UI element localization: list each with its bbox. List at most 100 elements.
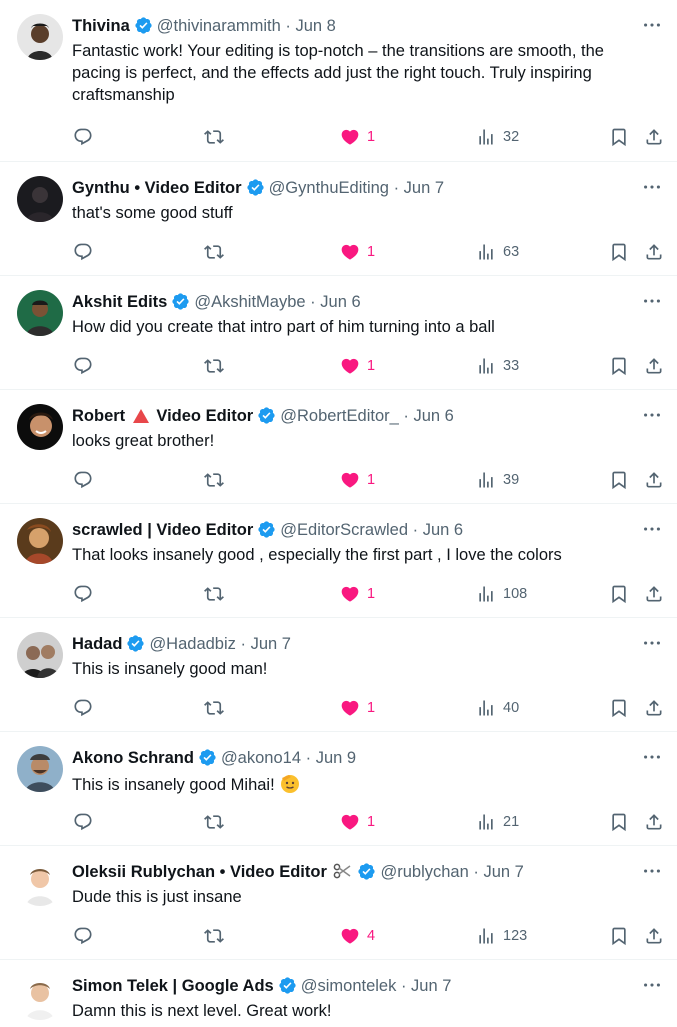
timestamp[interactable]: Jun 7 xyxy=(411,977,451,995)
views-button[interactable]: 40 xyxy=(476,697,519,719)
timestamp[interactable]: Jun 7 xyxy=(483,863,523,881)
reply-tweet[interactable]: Oleksii Rublychan • Video Editor @rublyc… xyxy=(0,846,677,960)
more-options-icon[interactable] xyxy=(641,404,663,426)
retweet-button[interactable] xyxy=(204,925,224,947)
reply-button[interactable] xyxy=(73,355,93,377)
more-options-icon[interactable] xyxy=(641,632,663,654)
retweet-button[interactable] xyxy=(204,241,224,263)
like-button[interactable]: 1 xyxy=(340,697,375,719)
user-handle[interactable]: @thivinarammith xyxy=(157,17,281,35)
retweet-button[interactable] xyxy=(204,697,224,719)
views-button[interactable]: 39 xyxy=(476,469,519,491)
reply-button[interactable] xyxy=(73,241,93,263)
like-button[interactable]: 1 xyxy=(340,241,375,263)
like-button[interactable]: 1 xyxy=(340,126,375,148)
share-button[interactable] xyxy=(644,583,664,605)
reply-button[interactable] xyxy=(73,925,93,947)
user-handle[interactable]: @RobertEditor_ xyxy=(280,407,399,425)
timestamp[interactable]: Jun 6 xyxy=(423,521,463,539)
more-options-icon[interactable] xyxy=(641,290,663,312)
avatar[interactable] xyxy=(17,176,63,222)
views-button[interactable]: 63 xyxy=(476,241,519,263)
retweet-button[interactable] xyxy=(204,469,224,491)
display-name[interactable]: Simon Telek | Google Ads xyxy=(72,977,274,995)
avatar[interactable] xyxy=(17,14,63,60)
like-button[interactable]: 1 xyxy=(340,469,375,491)
avatar[interactable] xyxy=(17,404,63,450)
display-name[interactable]: Thivina xyxy=(72,17,130,35)
display-name-suffix[interactable]: Video Editor xyxy=(156,407,253,425)
timestamp[interactable]: Jun 7 xyxy=(251,635,291,653)
more-options-icon[interactable] xyxy=(641,14,663,36)
bookmark-button[interactable] xyxy=(609,925,629,947)
avatar[interactable] xyxy=(17,632,63,678)
bookmark-button[interactable] xyxy=(609,583,629,605)
bookmark-button[interactable] xyxy=(609,811,629,833)
display-name[interactable]: scrawled | Video Editor xyxy=(72,521,253,539)
reply-tweet[interactable]: Akono Schrand @akono14 · Jun 9 This is in… xyxy=(0,732,677,846)
share-button[interactable] xyxy=(644,241,664,263)
display-name[interactable]: Robert xyxy=(72,407,125,425)
reply-tweet[interactable]: Robert Video Editor @RobertEditor_ · Jun … xyxy=(0,390,677,504)
reply-tweet[interactable]: scrawled | Video Editor @EditorScrawled ·… xyxy=(0,504,677,618)
like-button[interactable]: 1 xyxy=(340,355,375,377)
avatar[interactable] xyxy=(17,518,63,564)
views-button[interactable]: 21 xyxy=(476,811,519,833)
user-handle[interactable]: @EditorScrawled xyxy=(280,521,408,539)
bookmark-button[interactable] xyxy=(609,469,629,491)
reply-button[interactable] xyxy=(73,811,93,833)
avatar[interactable] xyxy=(17,860,63,906)
bookmark-button[interactable] xyxy=(609,355,629,377)
display-name[interactable]: Akono Schrand xyxy=(72,749,194,767)
share-button[interactable] xyxy=(644,925,664,947)
views-button[interactable]: 33 xyxy=(476,355,519,377)
retweet-button[interactable] xyxy=(204,811,224,833)
display-name[interactable]: Oleksii Rublychan • Video Editor xyxy=(72,863,327,881)
reply-tweet[interactable]: Simon Telek | Google Ads @simontelek · Ju… xyxy=(0,960,677,1027)
avatar[interactable] xyxy=(17,974,63,1020)
more-options-icon[interactable] xyxy=(641,518,663,540)
display-name[interactable]: Gynthu • Video Editor xyxy=(72,179,242,197)
display-name[interactable]: Hadad xyxy=(72,635,122,653)
like-button[interactable]: 4 xyxy=(340,925,375,947)
avatar[interactable] xyxy=(17,746,63,792)
user-handle[interactable]: @rublychan xyxy=(380,863,468,881)
reply-tweet[interactable]: Hadad @Hadadbiz · Jun 7 This is insanely … xyxy=(0,618,677,732)
share-button[interactable] xyxy=(644,469,664,491)
retweet-button[interactable] xyxy=(204,355,224,377)
retweet-button[interactable] xyxy=(204,583,224,605)
more-options-icon[interactable] xyxy=(641,860,663,882)
views-button[interactable]: 32 xyxy=(476,126,519,148)
user-handle[interactable]: @GynthuEditing xyxy=(269,179,389,197)
user-handle[interactable]: @akono14 xyxy=(221,749,301,767)
reply-button[interactable] xyxy=(73,697,93,719)
display-name[interactable]: Akshit Edits xyxy=(72,293,167,311)
reply-tweet[interactable]: Gynthu • Video Editor @GynthuEditing · Ju… xyxy=(0,162,677,276)
like-button[interactable]: 1 xyxy=(340,811,375,833)
bookmark-button[interactable] xyxy=(609,241,629,263)
reply-tweet[interactable]: Thivina @thivinarammith · Jun 8 Fantastic… xyxy=(0,0,677,162)
avatar[interactable] xyxy=(17,290,63,336)
timestamp[interactable]: Jun 9 xyxy=(316,749,356,767)
user-handle[interactable]: @AkshitMaybe xyxy=(194,293,305,311)
reply-button[interactable] xyxy=(73,469,93,491)
share-button[interactable] xyxy=(644,126,664,148)
reply-button[interactable] xyxy=(73,126,93,148)
more-options-icon[interactable] xyxy=(641,176,663,198)
reply-button[interactable] xyxy=(73,583,93,605)
timestamp[interactable]: Jun 6 xyxy=(320,293,360,311)
share-button[interactable] xyxy=(644,811,664,833)
like-button[interactable]: 1 xyxy=(340,583,375,605)
more-options-icon[interactable] xyxy=(641,974,663,996)
timestamp[interactable]: Jun 7 xyxy=(404,179,444,197)
timestamp[interactable]: Jun 6 xyxy=(413,407,453,425)
more-options-icon[interactable] xyxy=(641,746,663,768)
user-handle[interactable]: @simontelek xyxy=(301,977,397,995)
user-handle[interactable]: @Hadadbiz xyxy=(149,635,235,653)
share-button[interactable] xyxy=(644,355,664,377)
views-button[interactable]: 123 xyxy=(476,925,527,947)
bookmark-button[interactable] xyxy=(609,126,629,148)
bookmark-button[interactable] xyxy=(609,697,629,719)
timestamp[interactable]: Jun 8 xyxy=(296,17,336,35)
retweet-button[interactable] xyxy=(204,126,224,148)
